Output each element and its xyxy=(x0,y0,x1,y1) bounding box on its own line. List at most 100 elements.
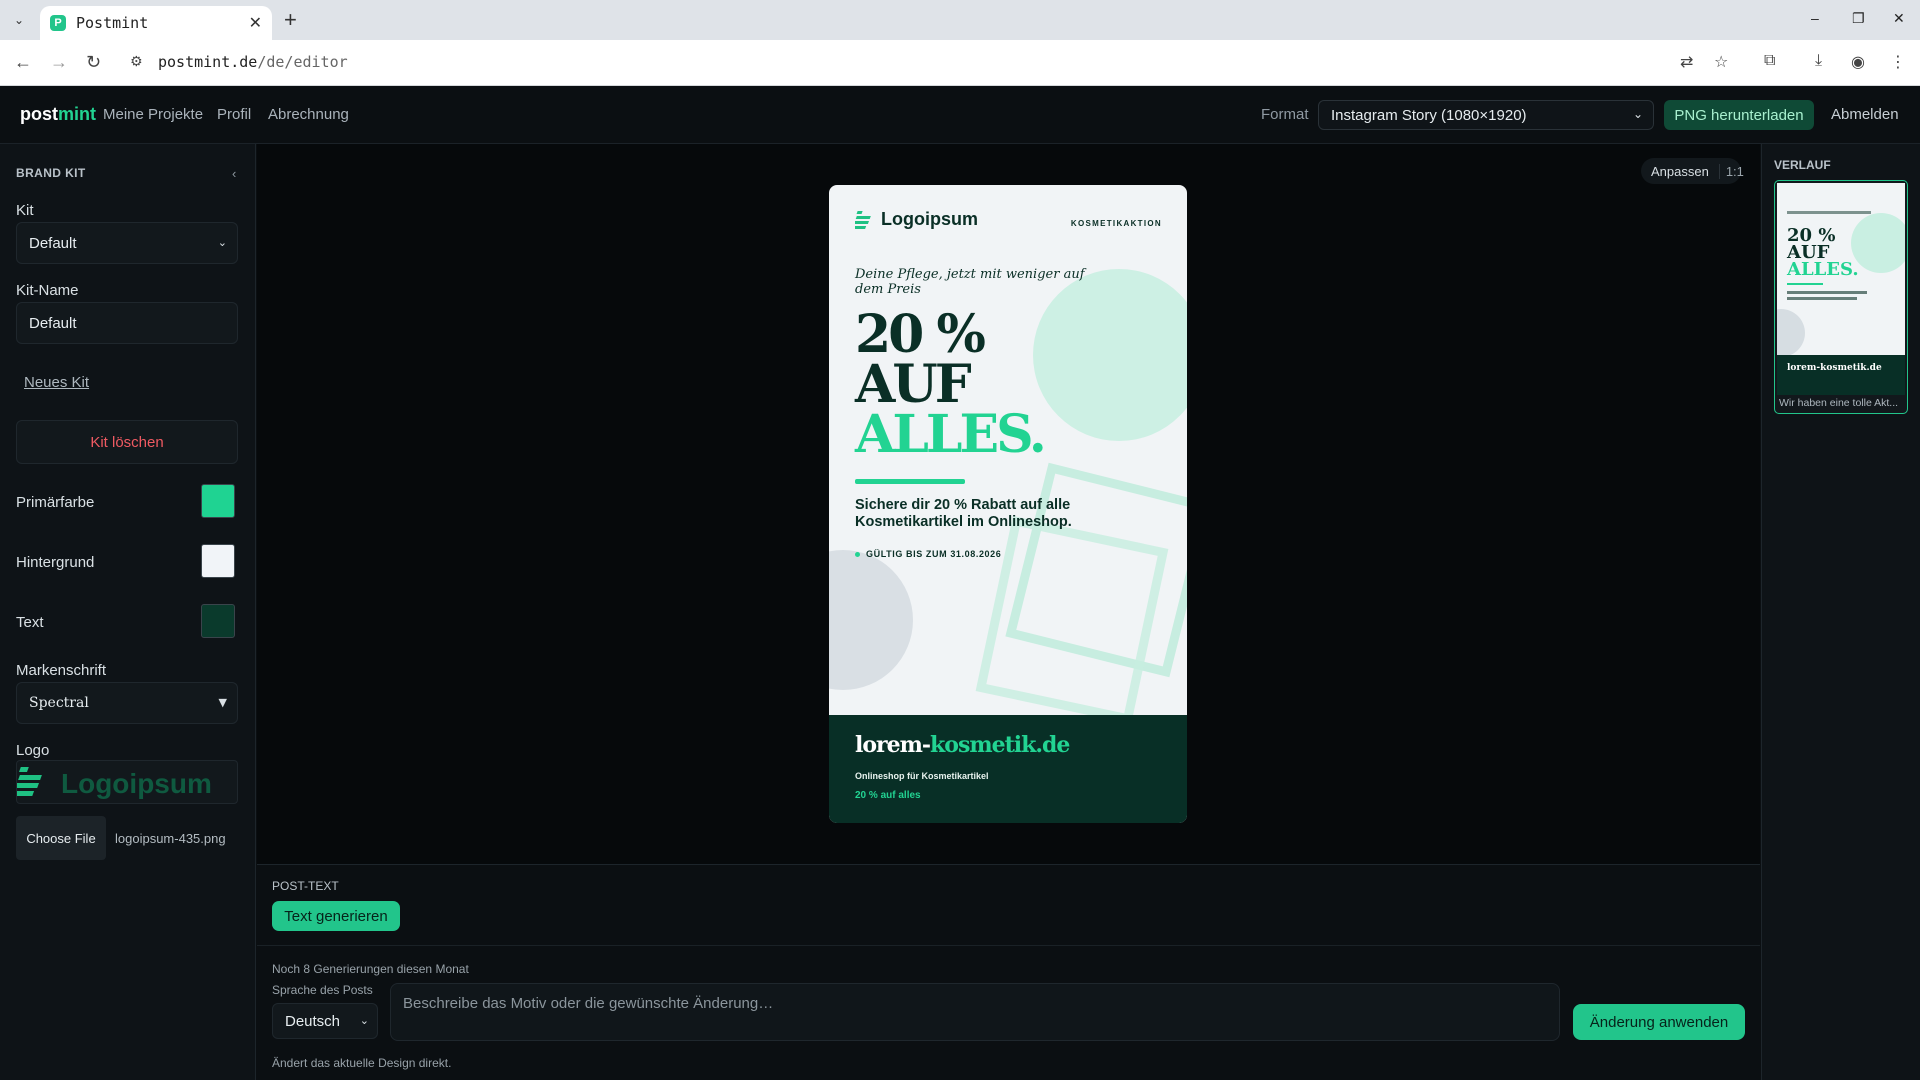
new-kit-link[interactable]: Neues Kit xyxy=(24,374,89,391)
brand-font-value: Spectral xyxy=(29,695,89,711)
history-thumb-head-3: ALLES. xyxy=(1786,259,1859,280)
browser-tab[interactable]: P Postmint ✕ xyxy=(40,6,272,40)
generate-text-button[interactable]: Text generieren xyxy=(272,901,400,931)
brand-kit-sidebar: BRAND KIT ‹ Kit Default ⌄ Kit-Name Defaul… xyxy=(0,144,256,1080)
text-color-label: Text xyxy=(16,614,44,631)
svg-text:Logoipsum: Logoipsum xyxy=(61,768,212,799)
brand-font-select[interactable]: Spectral ▼ xyxy=(16,682,238,724)
poster-accent-bar xyxy=(855,479,965,484)
translate-icon[interactable]: ⇄ xyxy=(1680,52,1693,72)
history-caption: Wir haben eine tolle Akt... xyxy=(1779,397,1899,409)
poster-logo-name: Logoipsum xyxy=(881,209,978,229)
tab-search-icon[interactable]: ⌄ xyxy=(8,9,30,31)
extensions-icon[interactable]: ⧉ xyxy=(1764,52,1775,70)
download-icon[interactable]: ⤓ xyxy=(1815,52,1822,70)
poster-footer: lorem-kosmetik.de Onlineshop für Kosmeti… xyxy=(829,715,1187,823)
post-text-title: POST-TEXT xyxy=(272,879,339,893)
new-tab-icon[interactable]: + xyxy=(284,7,297,33)
bookmark-star-icon[interactable]: ☆ xyxy=(1714,52,1728,72)
poster-headline-2: AUF xyxy=(855,354,972,415)
language-label: Sprache des Posts xyxy=(272,983,373,997)
window-close-icon[interactable]: ✕ xyxy=(1893,10,1905,27)
more-menu-icon[interactable]: ⋮ xyxy=(1890,52,1906,72)
zoom-control: Anpassen 1:1 xyxy=(1641,158,1744,184)
history-thumb-domain: lorem-kosmetik.de xyxy=(1787,363,1882,373)
apply-hint: Ändert das aktuelle Design direkt. xyxy=(272,1056,452,1070)
text-color-swatch[interactable] xyxy=(201,604,235,638)
poster-headline-3: ALLES. xyxy=(855,404,1047,465)
language-select[interactable]: Deutsch ⌄ xyxy=(272,1003,378,1039)
maximize-icon[interactable]: ❐ xyxy=(1852,10,1865,27)
divider xyxy=(257,945,1760,946)
poster-domain-a: lorem- xyxy=(855,732,931,758)
minimize-icon[interactable]: – xyxy=(1811,10,1819,26)
brand-logo[interactable]: postmint xyxy=(20,104,96,125)
triangle-down-icon: ▼ xyxy=(218,696,227,709)
format-select[interactable]: Instagram Story (1080×1920) ⌄ xyxy=(1318,100,1654,130)
forward-icon[interactable]: → xyxy=(50,52,68,73)
poster-body: Sichere dir 20 % Rabatt auf alle Kosmeti… xyxy=(855,497,1072,530)
prompt-input[interactable]: Beschreibe das Motiv oder die gewünschte… xyxy=(390,983,1560,1041)
brand-part-2: mint xyxy=(58,104,96,124)
background-color-swatch[interactable] xyxy=(201,544,235,578)
poster-preview[interactable]: Logoipsum KOSMETIKAKTION Deine Pflege, j… xyxy=(829,185,1187,823)
back-icon[interactable]: ← xyxy=(14,52,32,73)
poster-logo: Logoipsum xyxy=(855,209,978,230)
poster-subtitle: Deine Pflege, jetzt mit weniger auf dem … xyxy=(855,267,1085,297)
sidebar-title: BRAND KIT xyxy=(16,166,86,180)
kit-select[interactable]: Default ⌄ xyxy=(16,222,238,264)
poster-tag: KOSMETIKAKTION xyxy=(1070,219,1162,228)
reload-icon[interactable]: ↻ xyxy=(86,52,101,73)
chevron-down-icon: ⌄ xyxy=(217,237,227,249)
browser-tab-bar: ⌄ P Postmint ✕ + – ❐ ✕ xyxy=(0,0,1920,40)
history-title: VERLAUF xyxy=(1774,158,1831,172)
poster-headline-1: 20 % xyxy=(855,304,986,365)
nav-link-profile[interactable]: Profil xyxy=(217,106,251,123)
favicon-icon: P xyxy=(50,15,66,31)
nav-link-billing[interactable]: Abrechnung xyxy=(268,106,349,123)
poster-logo-mark-icon xyxy=(855,210,871,229)
fit-button[interactable]: Anpassen xyxy=(1641,164,1719,179)
brand-part-1: post xyxy=(20,104,58,124)
profile-icon[interactable]: ◉ xyxy=(1851,52,1865,72)
chevron-down-icon: ⌄ xyxy=(359,1015,369,1027)
url-field[interactable]: postmint.de/de/editor xyxy=(158,53,348,71)
poster-validity: GÜLTIG BIS ZUM 31.08.2026 xyxy=(855,549,1001,559)
generation-quota: Noch 8 Generierungen diesen Monat xyxy=(272,962,469,976)
primary-color-swatch[interactable] xyxy=(201,484,235,518)
history-thumbnail-image: 20 % AUF ALLES. lorem-kosmetik.de xyxy=(1777,211,1905,395)
kit-name-label: Kit-Name xyxy=(16,282,79,299)
site-info-icon[interactable]: ⚙ xyxy=(130,53,143,70)
address-bar: ← → ↻ ⚙ postmint.de/de/editor ⇄ ☆ ⧉ ⤓ ◉ … xyxy=(0,40,1920,86)
kit-select-value: Default xyxy=(29,235,77,252)
logo-preview-image: Logoipsum xyxy=(17,767,212,799)
background-color-label: Hintergrund xyxy=(16,554,95,571)
kit-name-input[interactable]: Default xyxy=(16,302,238,344)
history-panel: VERLAUF 20 % AUF ALLES. lorem-kosmetik.d… xyxy=(1761,144,1920,1080)
poster-shop-line: Onlineshop für Kosmetikartikel xyxy=(855,771,989,781)
close-tab-icon[interactable]: ✕ xyxy=(249,13,262,33)
brand-font-label: Markenschrift xyxy=(16,662,107,679)
logo-preview: Logoipsum xyxy=(16,760,238,804)
history-item[interactable]: 20 % AUF ALLES. lorem-kosmetik.de Wir ha… xyxy=(1774,180,1908,414)
apply-change-button[interactable]: Änderung anwenden xyxy=(1573,1004,1745,1040)
download-png-button[interactable]: PNG herunterladen xyxy=(1664,100,1814,130)
choose-file-button[interactable]: Choose File xyxy=(16,816,106,860)
bullet-dot-icon xyxy=(855,551,860,557)
url-path: /de/editor xyxy=(257,53,348,71)
nav-link-projects[interactable]: Meine Projekte xyxy=(103,106,203,123)
language-value: Deutsch xyxy=(285,1013,341,1030)
app-header: postmint Meine Projekte Profil Abrechnun… xyxy=(0,86,1920,144)
delete-kit-button[interactable]: Kit löschen xyxy=(16,420,238,464)
history-thumbnail: 20 % AUF ALLES. lorem-kosmetik.de xyxy=(1777,183,1905,395)
primary-color-label: Primärfarbe xyxy=(16,494,95,511)
post-text-panel: POST-TEXT Text generieren Noch 8 Generie… xyxy=(257,864,1760,1080)
collapse-sidebar-icon[interactable]: ‹ xyxy=(232,166,236,181)
kit-label: Kit xyxy=(16,202,34,219)
logout-link[interactable]: Abmelden xyxy=(1831,106,1899,123)
actual-size-button[interactable]: 1:1 xyxy=(1718,163,1744,179)
logo-label: Logo xyxy=(16,742,50,759)
tab-title: Postmint xyxy=(76,14,149,32)
poster-offer-line: 20 % auf alles xyxy=(855,790,921,801)
poster-domain: lorem-kosmetik.de xyxy=(855,732,1070,758)
